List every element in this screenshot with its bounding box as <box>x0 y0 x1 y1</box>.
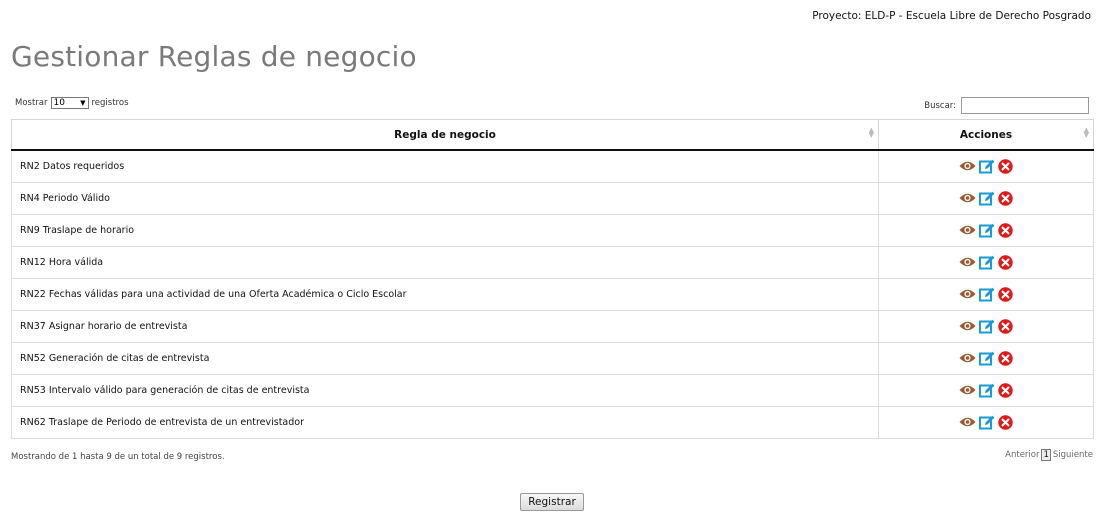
eye-icon[interactable] <box>959 192 976 204</box>
edit-icon[interactable] <box>979 159 995 174</box>
rule-name-cell: RN9 Traslape de horario <box>11 213 879 247</box>
edit-icon[interactable] <box>979 319 995 334</box>
actions-cell <box>878 405 1094 439</box>
rule-name-cell: RN12 Hora válida <box>11 245 879 279</box>
delete-icon[interactable] <box>998 286 1013 302</box>
eye-icon[interactable] <box>959 160 976 172</box>
table-row: RN9 Traslape de horario <box>11 213 1094 247</box>
delete-icon[interactable] <box>998 254 1013 270</box>
actions-cell <box>878 309 1094 343</box>
table-row: RN53 Intervalo válido para generación de… <box>11 373 1094 407</box>
table-info: Mostrando de 1 hasta 9 de un total de 9 … <box>11 452 225 462</box>
edit-icon[interactable] <box>979 255 995 270</box>
delete-icon[interactable] <box>998 159 1013 174</box>
rule-name-cell: RN37 Asignar horario de entrevista <box>11 309 879 343</box>
rules-table-wrapper: Regla de negocio ▲ ▼ Acciones ▲ ▼ RN2 Dato… <box>11 119 1094 439</box>
column-header-rule[interactable]: Regla de negocio ▲ ▼ <box>11 119 879 151</box>
delete-icon[interactable] <box>998 222 1013 238</box>
eye-icon[interactable] <box>959 384 976 396</box>
page-length-value: 10 <box>53 98 65 108</box>
table-row: RN2 Datos requeridos <box>11 149 1094 183</box>
actions-cell <box>878 277 1094 311</box>
page-length-select[interactable]: 10 ▼ <box>50 97 89 109</box>
edit-icon[interactable] <box>979 191 995 206</box>
page-length-control: Mostrar 10 ▼ registros <box>15 97 129 109</box>
table-row: RN37 Asignar horario de entrevista <box>11 309 1094 343</box>
eye-icon[interactable] <box>959 288 976 300</box>
table-row: RN4 Periodo Válido <box>11 181 1094 215</box>
table-row: RN52 Generación de citas de entrevista <box>11 341 1094 375</box>
search-input[interactable] <box>961 97 1089 114</box>
rule-name-cell: RN4 Periodo Válido <box>11 181 879 215</box>
sort-icon: ▲ ▼ <box>1083 126 1089 139</box>
actions-cell <box>878 213 1094 247</box>
show-label: Mostrar <box>15 98 48 108</box>
edit-icon[interactable] <box>979 287 995 302</box>
eye-icon[interactable] <box>959 352 976 364</box>
pagination: Anterior 1 Siguiente <box>1005 449 1093 461</box>
rule-name-cell: RN22 Fechas válidas para una actividad d… <box>11 277 879 311</box>
actions-cell <box>878 245 1094 279</box>
project-label: Proyecto: ELD-P - Escuela Libre de Derec… <box>812 10 1091 22</box>
table-header-row: Regla de negocio ▲ ▼ Acciones ▲ ▼ <box>11 119 1094 151</box>
table-row: RN62 Traslape de Periodo de entrevista d… <box>11 405 1094 439</box>
actions-cell <box>878 149 1094 183</box>
actions-cell <box>878 373 1094 407</box>
search-label: Buscar: <box>924 100 956 111</box>
chevron-down-icon: ▼ <box>80 99 86 107</box>
next-page-link[interactable]: Siguiente <box>1053 450 1093 460</box>
delete-icon[interactable] <box>998 190 1013 206</box>
table-row: RN12 Hora válida <box>11 245 1094 279</box>
page-number-1[interactable]: 1 <box>1041 449 1051 461</box>
edit-icon[interactable] <box>979 415 995 430</box>
rule-name-cell: RN62 Traslape de Periodo de entrevista d… <box>11 405 879 439</box>
actions-cell <box>878 341 1094 375</box>
eye-icon[interactable] <box>959 224 976 236</box>
rule-name-cell: RN2 Datos requeridos <box>11 149 879 183</box>
eye-icon[interactable] <box>959 320 976 332</box>
rule-name-cell: RN52 Generación de citas de entrevista <box>11 341 879 375</box>
eye-icon[interactable] <box>959 256 976 268</box>
delete-icon[interactable] <box>998 318 1013 334</box>
page-title: Gestionar Reglas de negocio <box>11 40 417 73</box>
records-label: registros <box>91 98 129 108</box>
table-row: RN22 Fechas válidas para una actividad d… <box>11 277 1094 311</box>
edit-icon[interactable] <box>979 383 995 398</box>
column-header-actions[interactable]: Acciones ▲ ▼ <box>878 119 1094 151</box>
search-control: Buscar: <box>924 97 1089 114</box>
previous-page-link[interactable]: Anterior <box>1005 450 1039 460</box>
table-body: RN2 Datos requeridos RN4 Periodo Válido RN… <box>11 149 1094 439</box>
rule-name-cell: RN53 Intervalo válido para generación de… <box>11 373 879 407</box>
edit-icon[interactable] <box>979 223 995 238</box>
delete-icon[interactable] <box>998 414 1013 430</box>
edit-icon[interactable] <box>979 351 995 366</box>
sort-icon: ▲ ▼ <box>868 126 874 139</box>
delete-icon[interactable] <box>998 382 1013 398</box>
actions-cell <box>878 181 1094 215</box>
eye-icon[interactable] <box>959 416 976 428</box>
delete-icon[interactable] <box>998 350 1013 366</box>
register-button[interactable]: Registrar <box>520 493 584 511</box>
rules-table: Regla de negocio ▲ ▼ Acciones ▲ ▼ RN2 Dato… <box>11 119 1094 439</box>
